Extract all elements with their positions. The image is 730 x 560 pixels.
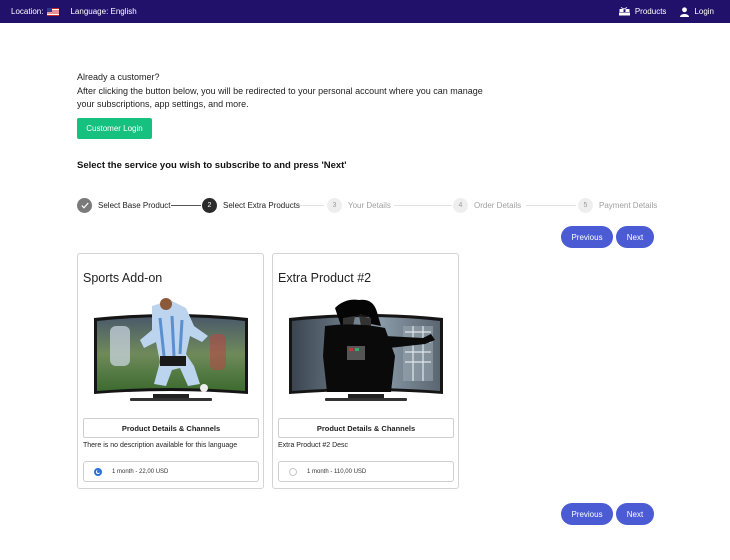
step-select-base-product: Select Base Product <box>77 196 170 214</box>
step-connector <box>171 204 201 206</box>
step-order-details: 4 Order Details <box>453 196 521 214</box>
products-label: Products <box>634 7 667 16</box>
step-number: 4 <box>453 197 468 213</box>
intro-line-1: Already a customer? <box>77 72 160 82</box>
price-option[interactable]: 1 month - 22,00 USD <box>83 461 259 482</box>
products-link[interactable]: Products <box>618 7 667 16</box>
checkmark-icon <box>77 197 92 213</box>
price-option-label: 1 month - 22,00 USD <box>112 468 169 475</box>
product-details-button[interactable]: Product Details & Channels <box>278 418 454 438</box>
checkout-stepper: Select Base Product 2 Select Extra Produ… <box>77 196 657 214</box>
product-description: Extra Product #2 Desc <box>278 442 349 449</box>
radio-button-unselected[interactable] <box>289 467 297 476</box>
step-select-extra-products: 2 Select Extra Products <box>202 196 300 214</box>
product-title: Extra Product #2 <box>278 271 372 285</box>
product-card-extra-product-2: Extra Product #2 Product Details & Chann… <box>272 253 459 489</box>
previous-button-bottom[interactable]: Previous <box>561 503 613 525</box>
intro-text: Already a customer? After clicking the b… <box>77 71 497 112</box>
price-option-label: 1 month - 110,00 USD <box>307 468 367 475</box>
price-option[interactable]: 1 month - 110,00 USD <box>278 461 454 482</box>
step-connector <box>394 204 452 206</box>
step-label: Payment Details <box>599 200 658 210</box>
next-button[interactable]: Next <box>616 226 654 248</box>
step-payment-details: 5 Payment Details <box>578 196 657 214</box>
product-tv-image <box>289 299 443 401</box>
radio-button-selected[interactable] <box>94 467 102 476</box>
previous-button[interactable]: Previous <box>561 226 613 248</box>
us-flag-icon[interactable] <box>47 7 60 16</box>
product-details-button[interactable]: Product Details & Channels <box>83 418 259 438</box>
step-label: Order Details <box>474 200 522 210</box>
product-title: Sports Add-on <box>83 271 163 285</box>
step-number: 2 <box>202 197 217 213</box>
boxes-icon <box>618 7 630 16</box>
language-selector[interactable]: Language: English <box>70 7 136 16</box>
step-connector <box>526 204 576 206</box>
step-label: Select Extra Products <box>223 200 300 210</box>
product-description: There is no description available for th… <box>83 442 238 449</box>
topbar-right: Products Login <box>605 0 714 23</box>
login-link[interactable]: Login <box>680 6 714 17</box>
instruction-heading: Select the service you wish to subscribe… <box>77 160 347 171</box>
product-tv-image <box>94 298 248 401</box>
step-your-details: 3 Your Details <box>327 196 391 214</box>
step-label: Select Base Product <box>98 200 171 210</box>
product-card-sports-addon: Sports Add-on Product Details & Channels… <box>77 253 264 489</box>
step-label: Your Details <box>348 200 391 210</box>
intro-line-2: After clicking the button below, you wil… <box>77 85 483 110</box>
step-number: 3 <box>327 197 342 213</box>
step-number: 5 <box>578 197 593 213</box>
top-bar: Location: Language: English Products Log… <box>0 0 730 23</box>
location-label: Location: <box>11 7 44 16</box>
login-label: Login <box>694 7 714 16</box>
user-icon <box>680 6 690 17</box>
topbar-left: Location: Language: English <box>11 0 137 23</box>
step-connector <box>299 204 324 206</box>
customer-login-button[interactable]: Customer Login <box>77 118 152 139</box>
next-button-bottom[interactable]: Next <box>616 503 654 525</box>
